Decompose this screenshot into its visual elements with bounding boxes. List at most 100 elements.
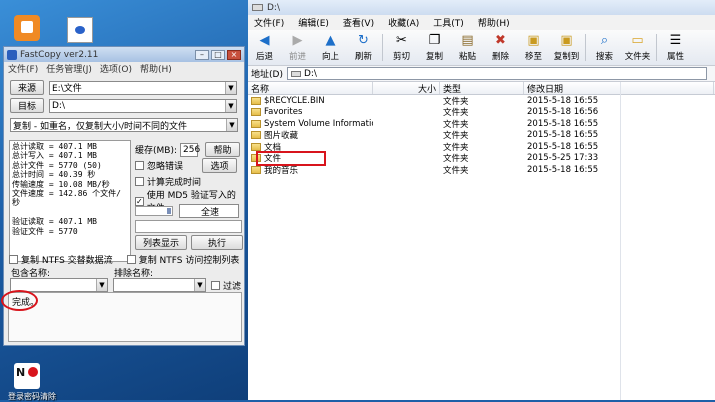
explorer-menubar: 文件(F) 编辑(E) 查看(V) 收藏(A) 工具(T) 帮助(H) [248, 15, 715, 30]
no-password-icon[interactable]: N [14, 363, 40, 389]
menu-edit[interactable]: 编辑(E) [298, 16, 329, 29]
dest-button[interactable]: 目标 [10, 98, 44, 113]
folder-icon [251, 119, 261, 128]
address-input[interactable]: D:\ [286, 67, 707, 80]
source-path-field[interactable]: E:\文件 ▼ [49, 80, 237, 95]
file-name: 图片收藏 [264, 131, 299, 142]
menu-file[interactable]: 文件(F) [8, 62, 38, 75]
delete-button[interactable]: ✖ 删除 [484, 30, 517, 65]
folder-icon [251, 142, 261, 151]
speed-slider[interactable] [135, 206, 173, 216]
help-button[interactable]: 帮助 [205, 142, 240, 157]
list-item[interactable]: 图片收藏 文件夹 2015-5-18 16:55 [248, 130, 715, 142]
media-file-icon[interactable] [67, 17, 93, 43]
column-header-type[interactable]: 类型 [440, 82, 524, 95]
execute-button[interactable]: 执行 [191, 235, 243, 250]
buffer-input[interactable]: 256 [180, 142, 200, 157]
chevron-down-icon[interactable]: ▼ [96, 279, 107, 291]
column-header-name[interactable]: 名称 [248, 82, 373, 95]
stat-line [12, 208, 128, 217]
options-button[interactable]: 选项 [202, 158, 238, 173]
ignore-errors-checkbox[interactable] [135, 161, 144, 170]
app-orange-icon[interactable] [14, 15, 40, 41]
paste-button[interactable]: ▤ 粘贴 [451, 30, 484, 65]
chevron-down-icon[interactable]: ▼ [225, 99, 236, 112]
menu-job[interactable]: 任务管理(J) [46, 62, 92, 75]
address-bar: 地址(D) D:\ [248, 66, 715, 82]
estimate-label: 计算完成时间 [147, 178, 202, 188]
stats-panel: 总计读取 = 407.1 MB 总计写入 = 407.1 MB 总计文件 = 5… [9, 140, 131, 262]
menu-help[interactable]: 帮助(H) [140, 62, 172, 75]
fastcopy-window: FastCopy ver2.11 – □ × 文件(F) 任务管理(J) 选项(… [3, 46, 245, 346]
toolbar-label: 前进 [288, 51, 306, 62]
ntfs-streams-checkbox[interactable] [9, 255, 18, 264]
drive-icon [252, 4, 263, 11]
menu-favorites[interactable]: 收藏(A) [388, 16, 419, 29]
file-list: 名称 大小 类型 修改日期 $RECYCLE.BIN 文件夹 2015-5-18… [248, 82, 715, 400]
source-path-value: E:\文件 [52, 84, 82, 94]
file-type: 文件夹 [443, 108, 469, 119]
folders-button[interactable]: ▭ 文件夹 [621, 30, 654, 65]
list-item[interactable]: Favorites 文件夹 2015-5-18 16:56 [248, 107, 715, 119]
column-header-size[interactable]: 大小 [373, 82, 440, 95]
dest-path-field[interactable]: D:\ ▼ [49, 98, 237, 113]
close-button[interactable]: × [227, 49, 241, 60]
search-button[interactable]: ⌕ 搜索 [588, 30, 621, 65]
properties-icon: ☰ [669, 32, 682, 48]
status-log: 完成。 [8, 292, 242, 342]
list-item[interactable]: System Volume Information 文件夹 2015-5-18 … [248, 118, 715, 130]
move-to-button[interactable]: ▣ 移至 [517, 30, 550, 65]
back-button[interactable]: ◀ 后退 [248, 30, 281, 65]
menu-help[interactable]: 帮助(H) [478, 16, 510, 29]
source-button[interactable]: 来源 [10, 80, 44, 95]
file-modified: 2015-5-18 16:56 [527, 107, 599, 118]
cut-button[interactable]: ✂ 剪切 [385, 30, 418, 65]
copy-mode-value: 复制 - 如重名，仅复制大小/时间不同的文件 [13, 121, 188, 132]
copy-to-button[interactable]: ▣ 复制到 [550, 30, 583, 65]
menu-file[interactable]: 文件(F) [254, 16, 284, 29]
up-button[interactable]: ▲ 向上 [314, 30, 347, 65]
folder-icon [251, 165, 261, 174]
maximize-button[interactable]: □ [211, 49, 225, 60]
fastcopy-titlebar[interactable]: FastCopy ver2.11 – □ × [4, 47, 244, 62]
list-button[interactable]: 列表显示 [135, 235, 187, 250]
copy-button[interactable]: ❐ 复制 [418, 30, 451, 65]
explorer-titlebar[interactable]: D:\ [248, 0, 715, 15]
forward-button[interactable]: ▶ 前进 [281, 30, 314, 65]
column-header-modified[interactable]: 修改日期 [524, 82, 714, 95]
file-type: 文件夹 [443, 165, 469, 176]
toolbar-label: 文件夹 [624, 51, 651, 62]
toolbar-label: 刷新 [354, 51, 372, 62]
minimize-button[interactable]: – [195, 49, 209, 60]
file-name: System Volume Information [264, 118, 373, 129]
stat-line: 总计读取 = 407.1 MB [12, 142, 97, 151]
file-name: $RECYCLE.BIN [264, 95, 325, 106]
toolbar-label: 复制到 [553, 51, 580, 62]
copy-mode-select[interactable]: 复制 - 如重名，仅复制大小/时间不同的文件 ▼ [10, 118, 238, 132]
list-header: 名称 大小 类型 修改日期 [248, 82, 715, 95]
address-label: 地址(D) [251, 70, 283, 80]
exclude-filter-input[interactable]: ▼ [113, 278, 206, 292]
estimate-checkbox[interactable] [135, 177, 144, 186]
file-type: 文件夹 [443, 142, 469, 153]
menu-options[interactable]: 选项(O) [100, 62, 132, 75]
refresh-icon: ↻ [358, 32, 369, 48]
toolbar-label: 剪切 [392, 51, 410, 62]
selected-folder-highlight [256, 151, 326, 166]
chevron-down-icon[interactable]: ▼ [226, 119, 237, 131]
menu-view[interactable]: 查看(V) [343, 16, 374, 29]
refresh-button[interactable]: ↻ 刷新 [347, 30, 380, 65]
stat-line: 总计时间 = 40.39 秒 [12, 170, 96, 180]
chevron-down-icon[interactable]: ▼ [225, 81, 236, 94]
chevron-down-icon[interactable]: ▼ [194, 279, 205, 291]
properties-button[interactable]: ☰ 属性 [659, 30, 692, 65]
move-to-icon: ▣ [527, 32, 540, 48]
filter-checkbox[interactable] [211, 280, 220, 290]
full-speed-label: 全速 [200, 207, 219, 218]
filter-label: 过滤 [223, 281, 242, 292]
menu-tools[interactable]: 工具(T) [433, 16, 464, 29]
ntfs-acl-checkbox[interactable] [126, 255, 136, 264]
forward-arrow-icon: ▶ [292, 32, 303, 48]
list-item[interactable]: $RECYCLE.BIN 文件夹 2015-5-18 16:55 [248, 95, 715, 107]
file-type: 文件夹 [443, 119, 469, 130]
